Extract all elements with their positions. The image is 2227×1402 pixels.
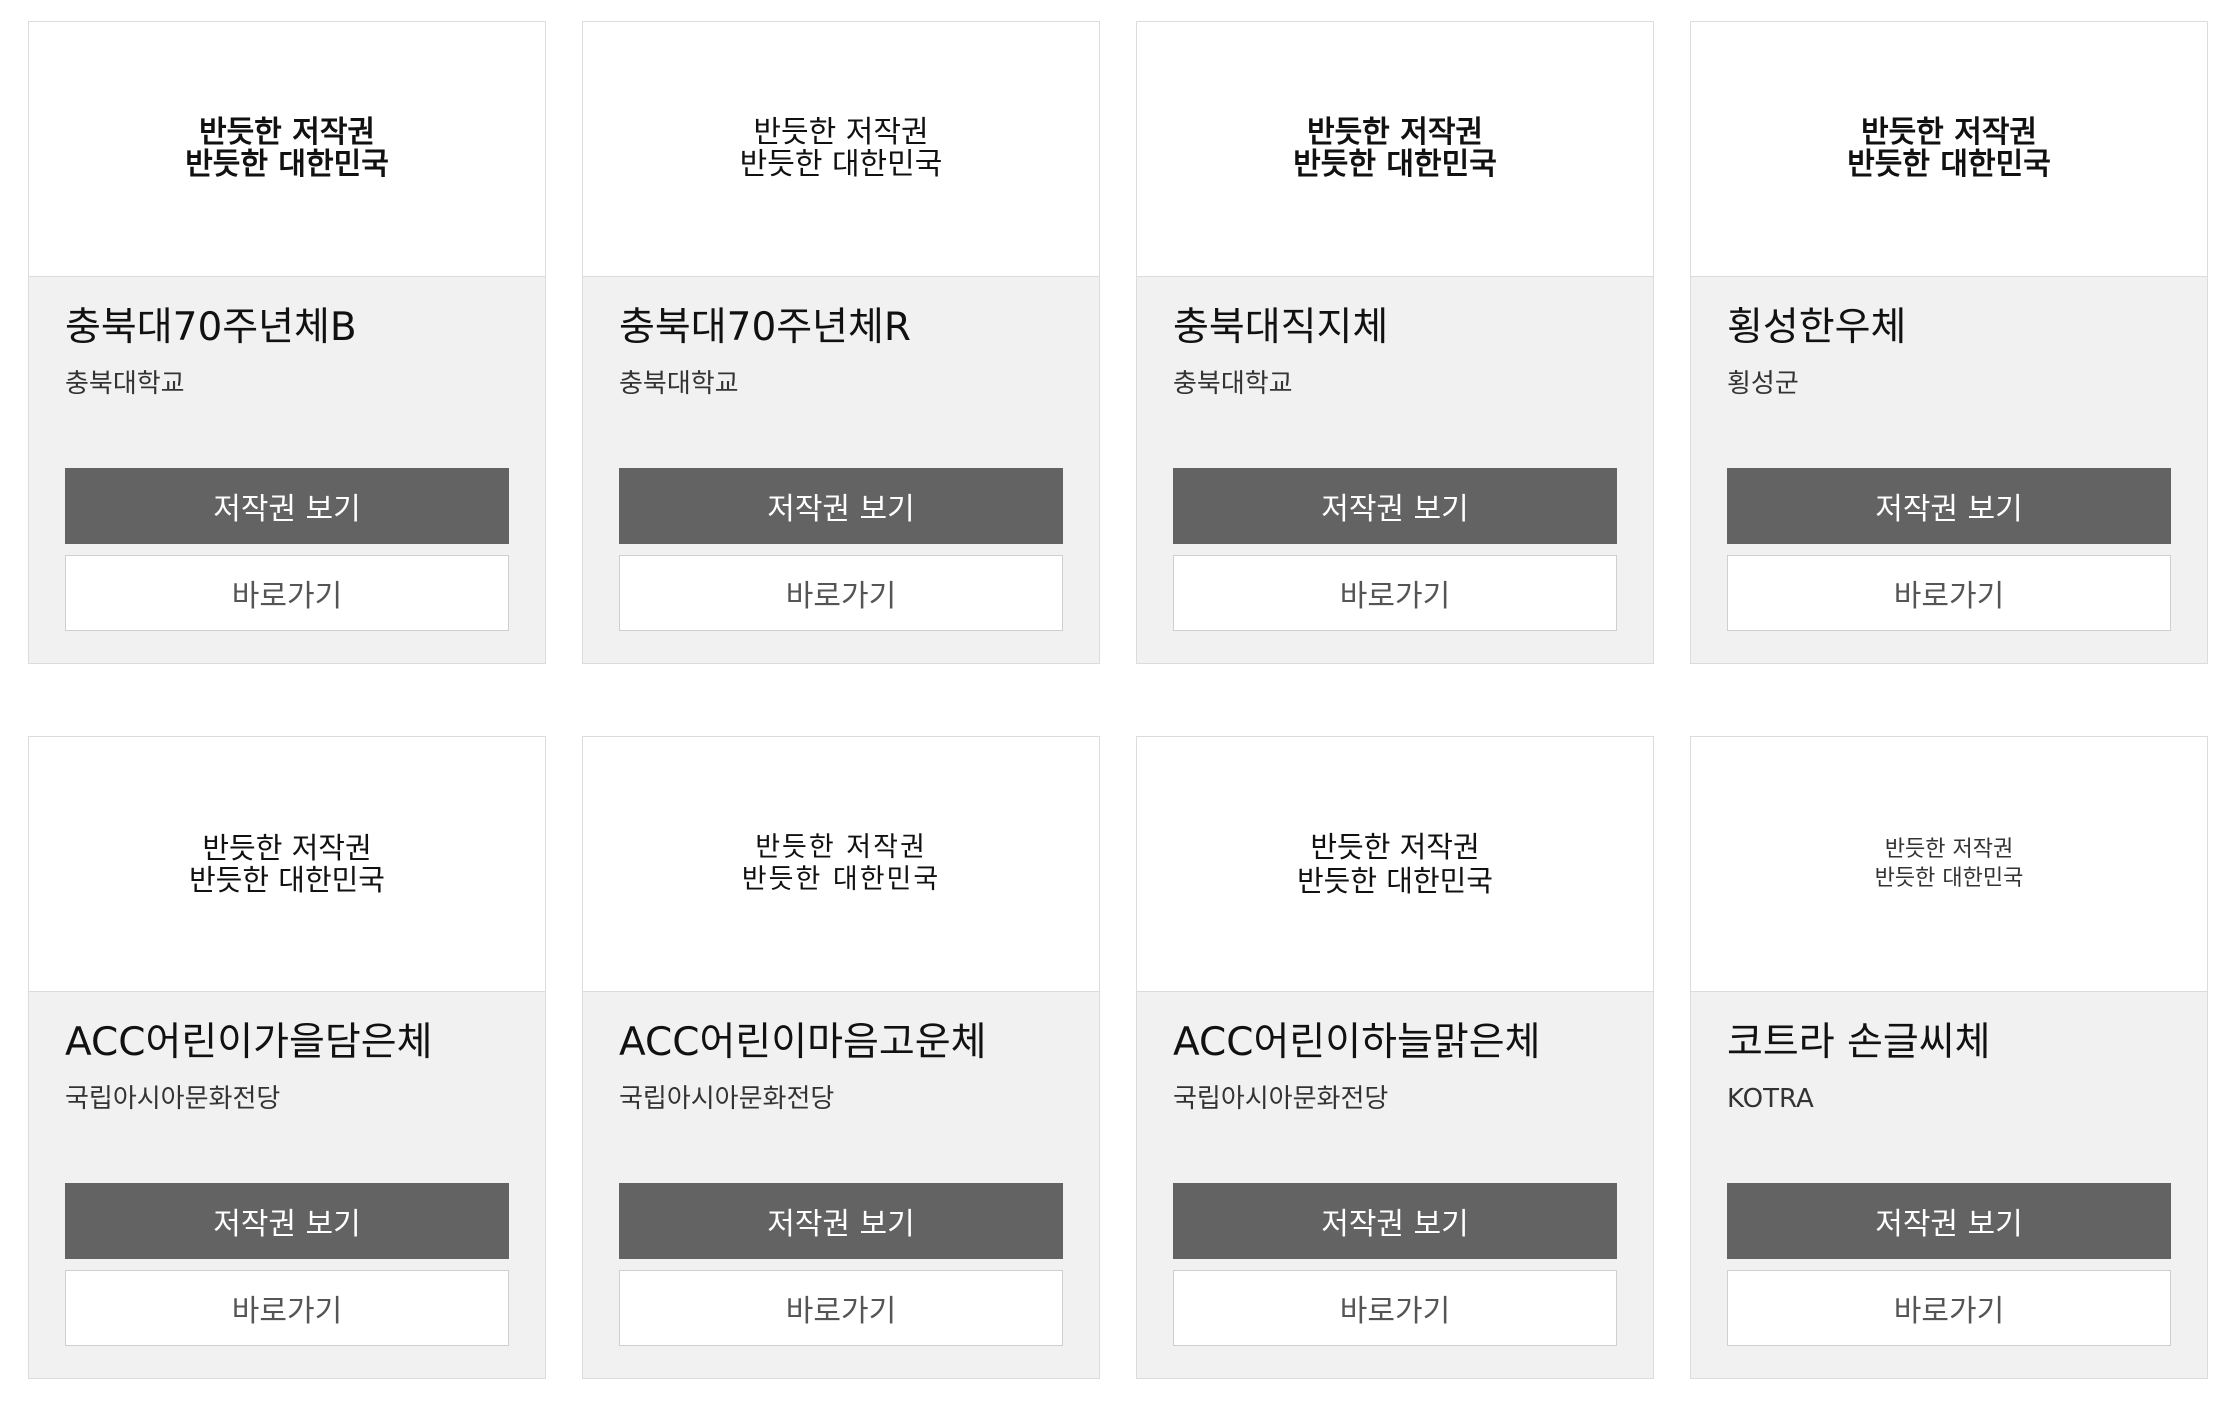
font-name: 충북대70주년체R	[619, 305, 912, 350]
font-preview: 반듯한 저작권 반듯한 대한민국	[1137, 737, 1653, 992]
font-preview-text: 반듯한 저작권 반듯한 대한민국	[739, 115, 943, 182]
font-maker: 국립아시아문화전당	[65, 1084, 281, 1114]
font-card: 반듯한 저작권 반듯한 대한민국 코트라 손글씨체 KOTRA 저작권 보기 바…	[1690, 736, 2208, 1379]
font-card: 반듯한 저작권 반듯한 대한민국 충북대70주년체R 충북대학교 저작권 보기 …	[582, 21, 1100, 664]
view-copyright-button[interactable]: 저작권 보기	[65, 468, 509, 544]
font-card: 반듯한 저작권 반듯한 대한민국 횡성한우체 횡성군 저작권 보기 바로가기	[1690, 21, 2208, 664]
font-card: 반듯한 저작권 반듯한 대한민국 충북대70주년체B 충북대학교 저작권 보기 …	[28, 21, 546, 664]
font-preview-text: 반듯한 저작권 반듯한 대한민국	[741, 832, 941, 895]
go-to-button[interactable]: 바로가기	[65, 1270, 509, 1346]
font-maker: 충북대학교	[1173, 369, 1293, 399]
go-to-button[interactable]: 바로가기	[619, 1270, 1063, 1346]
view-copyright-button[interactable]: 저작권 보기	[619, 468, 1063, 544]
font-name: 횡성한우체	[1727, 305, 1907, 350]
font-maker: 충북대학교	[619, 369, 739, 399]
font-preview-text: 반듯한 저작권 반듯한 대한민국	[1297, 830, 1493, 898]
font-name: 코트라 손글씨체	[1727, 1020, 1991, 1065]
font-name: ACC어린이마음고운체	[619, 1020, 987, 1065]
font-preview: 반듯한 저작권 반듯한 대한민국	[583, 22, 1099, 277]
go-to-button[interactable]: 바로가기	[65, 555, 509, 631]
font-maker: 국립아시아문화전당	[1173, 1084, 1389, 1114]
go-to-button[interactable]: 바로가기	[619, 555, 1063, 631]
font-preview-text: 반듯한 저작권 반듯한 대한민국	[1293, 115, 1497, 182]
font-card: 반듯한 저작권 반듯한 대한민국 ACC어린이하늘맑은체 국립아시아문화전당 저…	[1136, 736, 1654, 1379]
font-maker: 국립아시아문화전당	[619, 1084, 835, 1114]
font-card: 반듯한 저작권 반듯한 대한민국 충북대직지체 충북대학교 저작권 보기 바로가…	[1136, 21, 1654, 664]
font-preview: 반듯한 저작권 반듯한 대한민국	[1691, 737, 2207, 992]
go-to-button[interactable]: 바로가기	[1727, 1270, 2171, 1346]
font-name: 충북대직지체	[1173, 305, 1389, 350]
view-copyright-button[interactable]: 저작권 보기	[1173, 1183, 1617, 1259]
font-maker: 충북대학교	[65, 369, 185, 399]
font-preview: 반듯한 저작권 반듯한 대한민국	[29, 737, 545, 992]
font-name: ACC어린이하늘맑은체	[1173, 1020, 1541, 1065]
font-preview: 반듯한 저작권 반듯한 대한민국	[583, 737, 1099, 992]
font-preview: 반듯한 저작권 반듯한 대한민국	[1137, 22, 1653, 277]
font-name: ACC어린이가을담은체	[65, 1020, 433, 1065]
font-card-grid: 반듯한 저작권 반듯한 대한민국 충북대70주년체B 충북대학교 저작권 보기 …	[0, 0, 2227, 1402]
view-copyright-button[interactable]: 저작권 보기	[65, 1183, 509, 1259]
font-preview-text: 반듯한 저작권 반듯한 대한민국	[189, 831, 385, 897]
font-name: 충북대70주년체B	[65, 305, 357, 350]
go-to-button[interactable]: 바로가기	[1173, 1270, 1617, 1346]
font-maker: KOTRA	[1727, 1084, 1814, 1114]
view-copyright-button[interactable]: 저작권 보기	[619, 1183, 1063, 1259]
font-preview-text: 반듯한 저작권 반듯한 대한민국	[1847, 115, 2051, 182]
font-preview-text: 반듯한 저작권 반듯한 대한민국	[1874, 837, 2024, 891]
font-preview: 반듯한 저작권 반듯한 대한민국	[1691, 22, 2207, 277]
font-card: 반듯한 저작권 반듯한 대한민국 ACC어린이마음고운체 국립아시아문화전당 저…	[582, 736, 1100, 1379]
font-preview: 반듯한 저작권 반듯한 대한민국	[29, 22, 545, 277]
view-copyright-button[interactable]: 저작권 보기	[1727, 468, 2171, 544]
font-maker: 횡성군	[1727, 369, 1799, 399]
font-card: 반듯한 저작권 반듯한 대한민국 ACC어린이가을담은체 국립아시아문화전당 저…	[28, 736, 546, 1379]
view-copyright-button[interactable]: 저작권 보기	[1173, 468, 1617, 544]
go-to-button[interactable]: 바로가기	[1173, 555, 1617, 631]
view-copyright-button[interactable]: 저작권 보기	[1727, 1183, 2171, 1259]
go-to-button[interactable]: 바로가기	[1727, 555, 2171, 631]
font-preview-text: 반듯한 저작권 반듯한 대한민국	[185, 115, 389, 182]
